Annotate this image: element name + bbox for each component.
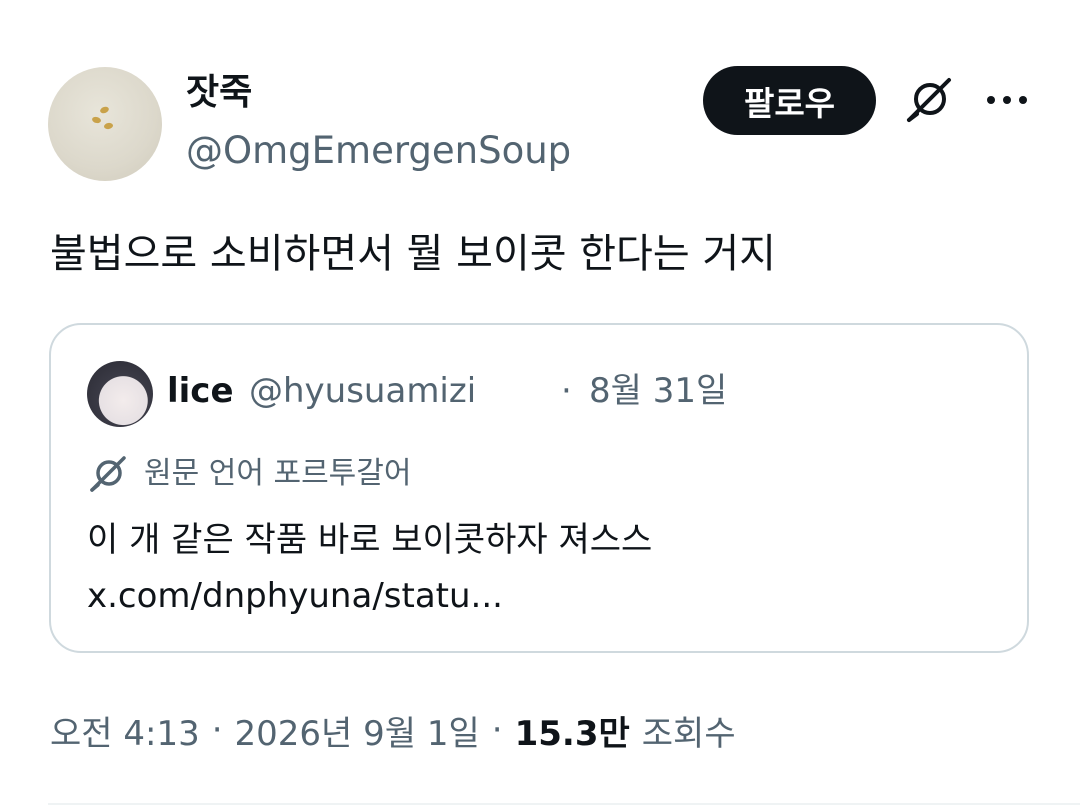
- quoted-tweet-card[interactable]: lice @hyusuamizi · 8월 31일 원문 언어 포르투갈어 이 …: [49, 323, 1029, 653]
- translate-icon: [90, 456, 126, 492]
- quote-text: 이 개 같은 작품 바로 보이콧하자 져스스: [87, 520, 653, 560]
- more-icon[interactable]: [985, 90, 1029, 110]
- quote-date[interactable]: 8월 31일: [589, 369, 727, 413]
- quote-separator: ·: [561, 371, 572, 411]
- meta-separator: ·: [211, 710, 223, 750]
- author-avatar[interactable]: [48, 67, 162, 181]
- views-label: 조회수: [641, 713, 736, 754]
- views-count: 15.3만: [514, 713, 630, 754]
- divider: [48, 803, 1080, 805]
- quote-author-name[interactable]: lice: [167, 369, 234, 413]
- quote-author-handle[interactable]: @hyusuamizi: [249, 369, 476, 413]
- author-display-name[interactable]: 잣죽: [186, 70, 252, 116]
- meta-separator: ·: [491, 710, 503, 750]
- tweet-date[interactable]: 2026년 9월 1일: [235, 706, 480, 755]
- tweet-meta: 오전 4:13 · 2026년 9월 1일 · 15.3만 조회수: [50, 706, 736, 754]
- author-handle[interactable]: @OmgEmergenSoup: [186, 128, 571, 174]
- quote-link[interactable]: x.com/dnphyuna/statu...: [87, 569, 503, 623]
- tweet-text: 불법으로 소비하면서 뭘 보이콧 한다는 거지: [50, 231, 776, 277]
- tweet-time[interactable]: 오전 4:13: [50, 706, 200, 755]
- translate-icon[interactable]: [903, 74, 955, 126]
- quote-author-avatar[interactable]: [87, 361, 153, 427]
- follow-button[interactable]: 팔로우: [703, 66, 876, 135]
- original-language-label[interactable]: 원문 언어 포르투갈어: [144, 453, 411, 495]
